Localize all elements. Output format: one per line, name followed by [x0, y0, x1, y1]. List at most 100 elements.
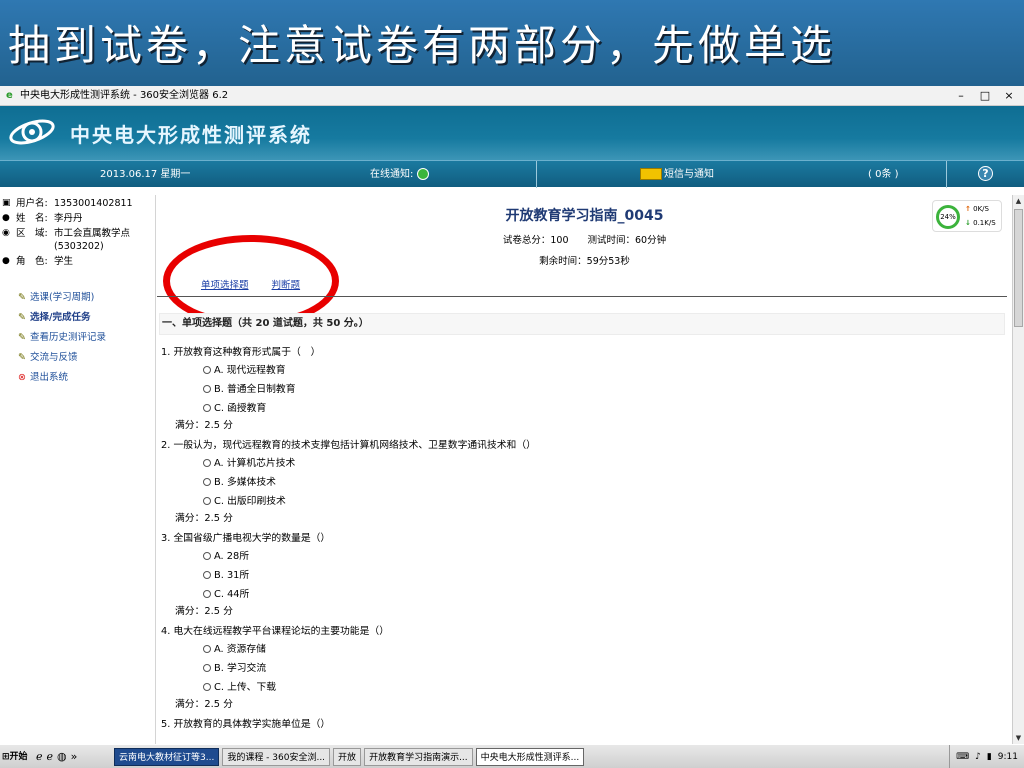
divider — [157, 296, 1007, 297]
option-label: A. 资源存储 — [214, 644, 266, 655]
browser-icon[interactable]: ℯ — [47, 750, 54, 763]
book-icon: ✎ — [18, 332, 26, 343]
exam-title: 开放教育学习指南_0045 — [505, 208, 664, 224]
scrollbar-thumb[interactable] — [1014, 209, 1023, 327]
menu-item-logout[interactable]: ⊗ 退出系统 — [18, 368, 155, 388]
option-label: B. 多媒体技术 — [214, 477, 276, 488]
radio-button[interactable] — [203, 664, 211, 672]
menu-item-history[interactable]: ✎ 查看历史测评记录 — [18, 328, 155, 348]
question-item: 2. 一般认为，现代远程教育的技术支撑包括计算机网络技术、卫星数字通讯技术和（）… — [161, 438, 961, 527]
radio-button[interactable] — [203, 590, 211, 598]
question-text: 2. 一般认为，现代远程教育的技术支撑包括计算机网络技术、卫星数字通讯技术和（） — [161, 440, 536, 451]
option[interactable]: A. 资源存储 — [161, 640, 961, 659]
radio-button[interactable] — [203, 404, 211, 412]
option[interactable]: C. 函授教育 — [161, 399, 961, 418]
messages-link[interactable]: 短信与通知 — [640, 161, 714, 188]
radio-button[interactable] — [203, 385, 211, 393]
refresh-icon[interactable] — [417, 168, 430, 180]
option[interactable]: C. 44所 — [161, 585, 961, 604]
menu-item-tasks[interactable]: ✎ 选择/完成任务 — [18, 308, 155, 328]
question-score: 满分：2.5 分 — [175, 699, 233, 710]
scroll-up-icon[interactable]: ▲ — [1013, 195, 1024, 207]
top-navbar: 2013.06.17 星期一 在线通知: 短信与通知 ( 0条 ) ? — [0, 160, 1024, 188]
close-button[interactable]: × — [998, 86, 1020, 106]
option-label: B. 31所 — [214, 570, 250, 581]
start-button[interactable]: ⊞开始 — [0, 747, 36, 767]
minimize-button[interactable]: – — [950, 86, 972, 106]
radio-button[interactable] — [203, 366, 211, 374]
option[interactable]: C. 出版印刷技术 — [161, 492, 961, 511]
area-label: 区 域: — [16, 228, 48, 239]
radio-button[interactable] — [203, 459, 211, 467]
question-item: 1. 开放教育这种教育形式属于（ ） A. 现代远程教育 B. 普通全日制教育 … — [161, 345, 961, 434]
option[interactable]: A. 计算机芯片技术 — [161, 454, 961, 473]
menu-item-label: 选课(学习周期) — [29, 292, 95, 303]
role-icon: ● — [2, 256, 10, 266]
vertical-scrollbar[interactable]: ▲ ▼ — [1012, 195, 1024, 744]
option-label: A. 计算机芯片技术 — [214, 458, 296, 469]
person-icon: ● — [2, 213, 10, 223]
quick-launch: ℯ ℯ ◍ » — [36, 750, 114, 763]
envelope-icon — [640, 168, 662, 180]
taskbar-item[interactable]: 中央电大形成性测评系... — [475, 747, 585, 766]
volume-icon[interactable]: ♪ — [975, 745, 981, 768]
radio-button[interactable] — [203, 683, 211, 691]
scroll-down-icon[interactable]: ▼ — [1013, 732, 1024, 744]
option[interactable]: B. 学习交流 — [161, 659, 961, 678]
radio-button[interactable] — [203, 645, 211, 653]
ie-icon[interactable]: ℯ — [36, 750, 43, 763]
option[interactable]: A. 现代远程教育 — [161, 361, 961, 380]
book-icon: ✎ — [18, 352, 26, 363]
radio-button[interactable] — [203, 571, 211, 579]
radio-button[interactable] — [203, 497, 211, 505]
option-label: C. 出版印刷技术 — [214, 496, 286, 507]
book-icon: ✎ — [18, 292, 26, 303]
option-label: C. 上传、下载 — [214, 682, 277, 693]
option[interactable]: B. 普通全日制教育 — [161, 380, 961, 399]
menu-item-label: 退出系统 — [29, 372, 68, 383]
option-label: A. 现代远程教育 — [214, 365, 286, 376]
taskbar-item[interactable]: 云南电大教材征订等3... — [114, 747, 220, 766]
window-title: 中央电大形成性测评系统 - 360安全浏览器 6.2 — [19, 90, 229, 101]
help-icon[interactable]: ? — [978, 166, 993, 181]
role-value: 学生 — [54, 256, 74, 267]
username-label: 用户名: — [16, 198, 48, 209]
option[interactable]: B. 31所 — [161, 566, 961, 585]
taskbar-item[interactable]: 我的课程 - 360安全浏... — [222, 747, 331, 766]
taskbar-item[interactable]: 开放教育学习指南演示... — [364, 747, 473, 766]
maximize-button[interactable]: □ — [974, 86, 996, 106]
question-item: 3. 全国省级广播电视大学的数量是（） A. 28所 B. 31所 C. 44所… — [161, 531, 961, 620]
online-notice[interactable]: 在线通知: — [370, 161, 430, 188]
radio-button[interactable] — [203, 478, 211, 486]
option-label: B. 普通全日制教育 — [214, 384, 296, 395]
question-text: 5. 开放教育的具体教学实施单位是（） — [161, 719, 331, 730]
question-text: 4. 电大在线远程教学平台课程论坛的主要功能是（） — [161, 626, 389, 637]
help-button[interactable]: ? — [978, 161, 993, 188]
option[interactable]: A. 28所 — [161, 547, 961, 566]
message-count: ( 0条 ) — [868, 169, 899, 180]
area-value: 市工会直属教学点(5303202) — [54, 228, 131, 252]
sidebar: ▣ 用户名: 1353001402811 ● 姓 名: 李丹丹 ◉ 区 域: 市工会直属教学… — [0, 195, 156, 744]
system-name: 中央电大形成性测评系统 — [70, 123, 312, 147]
option[interactable]: B. 多媒体技术 — [161, 473, 961, 492]
chat-icon[interactable]: ◍ — [57, 750, 67, 763]
current-date: 2013.06.17 星期一 — [100, 169, 191, 180]
menu-item-select-course[interactable]: ✎ 选课(学习周期) — [18, 288, 155, 308]
menu-item-feedback[interactable]: ✎ 交流与反馈 — [18, 348, 155, 368]
more-icon[interactable]: » — [71, 750, 78, 763]
username-value: 1353001402811 — [54, 198, 133, 209]
taskbar: ⊞开始 ℯ ℯ ◍ » 云南电大教材征订等3... 我的课程 - 360安全浏.… — [0, 744, 1024, 768]
radio-button[interactable] — [203, 552, 211, 560]
book-icon: ✎ — [18, 312, 26, 323]
messages-label: 短信与通知 — [664, 169, 714, 180]
option[interactable]: C. 上传、下载 — [161, 678, 961, 697]
name-value: 李丹丹 — [54, 213, 83, 224]
clock: 9:11 — [997, 752, 1018, 762]
keyboard-icon[interactable]: ⌨ — [956, 745, 969, 768]
menu-item-label: 交流与反馈 — [29, 352, 78, 363]
nav-divider — [946, 161, 947, 188]
taskbar-item[interactable]: 开放 — [333, 747, 362, 766]
network-icon[interactable]: ▮ — [987, 745, 992, 768]
option-label: C. 函授教育 — [214, 403, 267, 414]
online-notice-label: 在线通知: — [370, 169, 414, 180]
